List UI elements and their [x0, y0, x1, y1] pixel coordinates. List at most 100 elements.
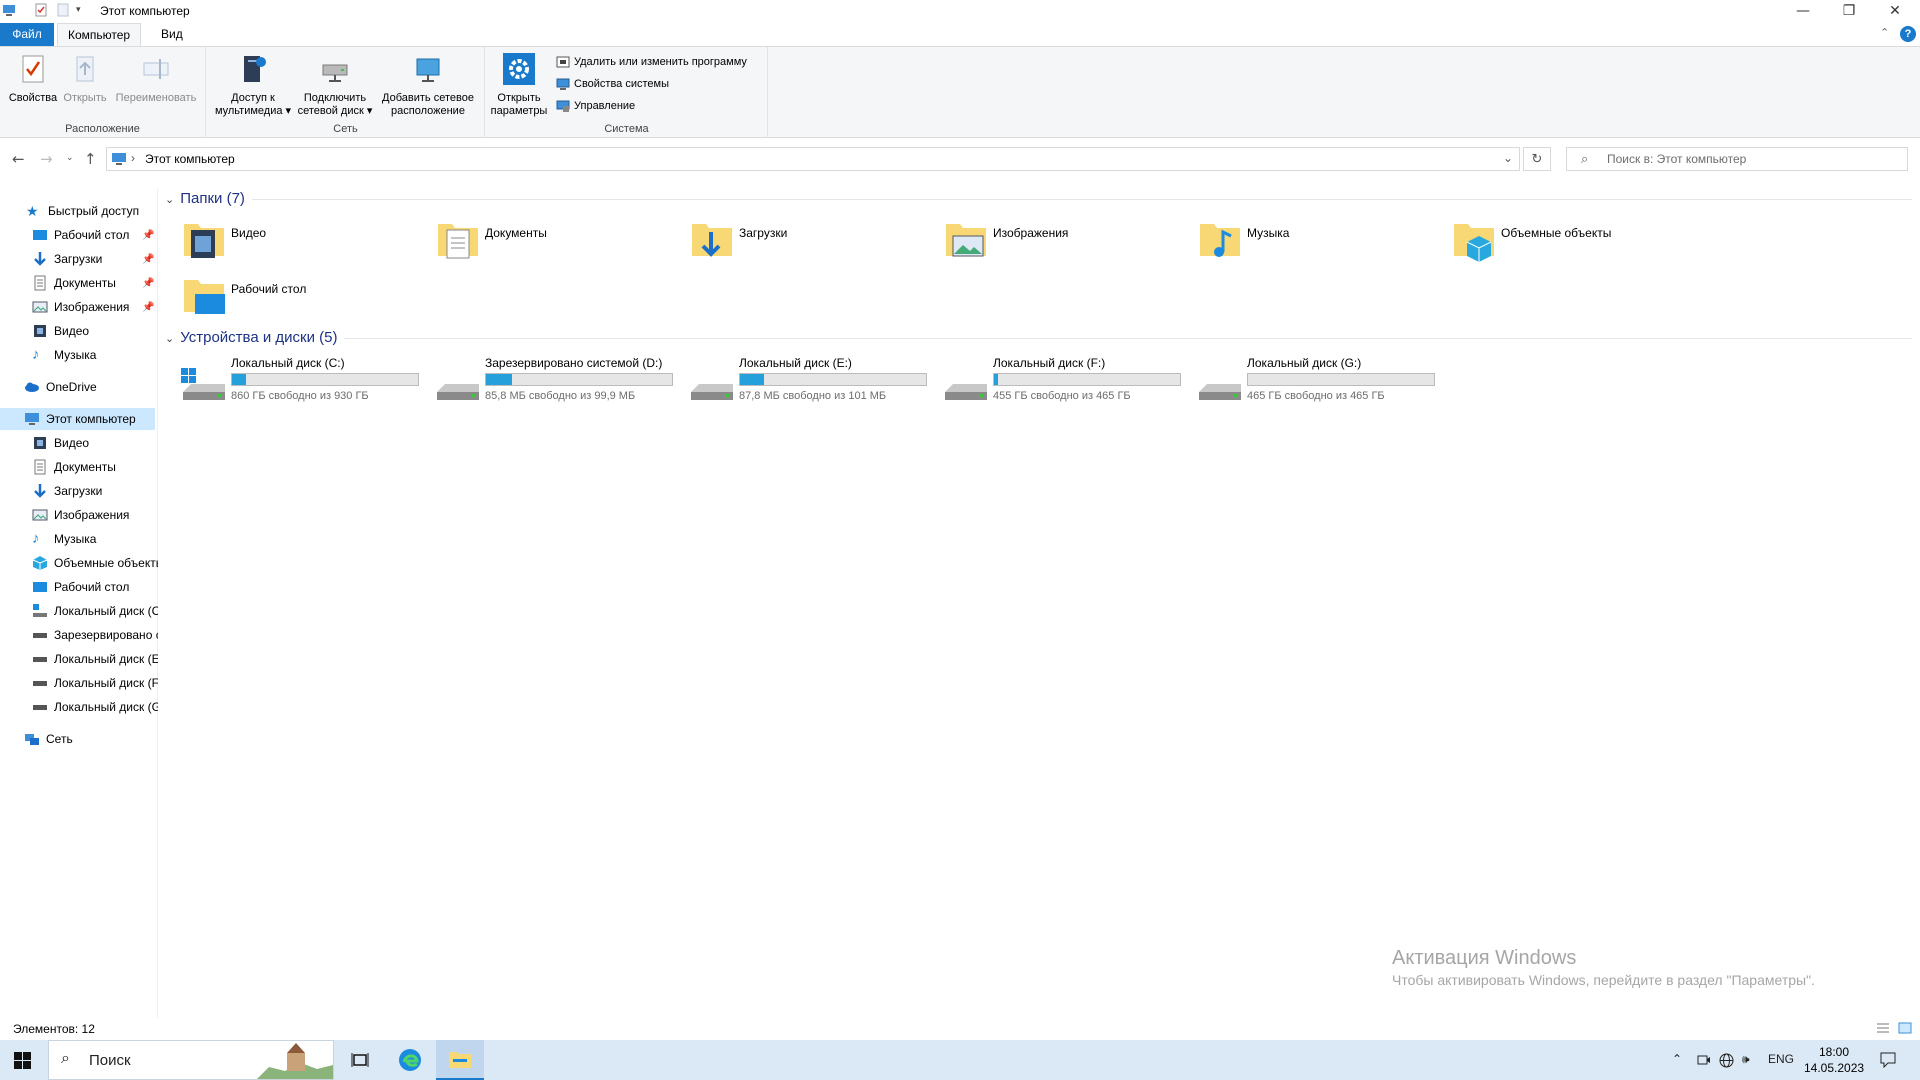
- sidebar-network[interactable]: Сеть: [0, 728, 158, 750]
- breadcrumb-this-pc[interactable]: Этот компьютер: [145, 152, 235, 166]
- close-button[interactable]: ✕: [1872, 0, 1918, 22]
- drive-g[interactable]: Локальный диск (G:) 465 ГБ свободно из 4…: [1197, 356, 1447, 406]
- sidebar-item-pc-documents[interactable]: Документы: [0, 456, 158, 478]
- pin-icon[interactable]: 📌: [142, 254, 154, 265]
- folder-music[interactable]: Музыка: [1197, 216, 1437, 270]
- volume-icon[interactable]: 🕪: [1742, 1052, 1750, 1067]
- new-folder-quick-icon[interactable]: [56, 3, 70, 17]
- map-network-drive-button[interactable]: Подключить сетевой диск ▾: [295, 53, 375, 118]
- up-icon[interactable]: ↑: [84, 150, 97, 168]
- forward-icon[interactable]: →: [40, 150, 53, 168]
- customize-quick-access-icon[interactable]: ▾: [76, 4, 81, 15]
- drives-group-label: Устройства и диски (5): [180, 329, 338, 346]
- minimize-button[interactable]: —: [1780, 0, 1826, 22]
- file-explorer-button[interactable]: [436, 1040, 484, 1080]
- tab-file[interactable]: Файл: [0, 23, 54, 46]
- search-icon: ⌕: [1581, 151, 1589, 166]
- collapse-chevron-icon[interactable]: ⌄: [165, 333, 174, 345]
- add-network-location-button[interactable]: Добавить сетевое расположение: [375, 53, 481, 118]
- restore-button[interactable]: ❐: [1826, 0, 1872, 22]
- pin-icon[interactable]: 📌: [142, 278, 154, 289]
- drive-f[interactable]: Локальный диск (F:) 455 ГБ свободно из 4…: [943, 356, 1193, 406]
- task-view-button[interactable]: [336, 1040, 384, 1080]
- address-dropdown-icon[interactable]: ⌄: [1503, 151, 1513, 165]
- large-icons-view-icon[interactable]: [1898, 1022, 1912, 1034]
- open-button[interactable]: Открыть: [60, 53, 110, 105]
- folder-videos[interactable]: Видео: [181, 216, 421, 270]
- sidebar-item-label: Документы: [54, 276, 116, 290]
- drives-group-header[interactable]: ⌄ Устройства и диски (5): [165, 329, 337, 346]
- uninstall-program-button[interactable]: Удалить или изменить программу: [556, 53, 747, 71]
- sidebar-item-music[interactable]: ♪ Музыка: [0, 344, 158, 366]
- breadcrumb-chevron-icon[interactable]: ›: [131, 151, 135, 165]
- folder-desktop[interactable]: Рабочий стол: [181, 272, 421, 326]
- sidebar-item-pc-videos[interactable]: Видео: [0, 432, 158, 454]
- folder-pictures[interactable]: Изображения: [943, 216, 1183, 270]
- folder-downloads[interactable]: Загрузки: [689, 216, 929, 270]
- drive-icon: [691, 384, 733, 400]
- map-drive-label-2: сетевой диск ▾: [297, 105, 373, 117]
- sidebar-item-videos[interactable]: Видео: [0, 320, 158, 342]
- input-language[interactable]: ENG: [1768, 1052, 1794, 1066]
- sidebar-item-drive-g[interactable]: Локальный диск (G:): [0, 696, 158, 718]
- edge-browser-button[interactable]: [386, 1040, 434, 1080]
- refresh-button[interactable]: ↻: [1523, 147, 1551, 171]
- clock[interactable]: 18:00 14.05.2023: [1804, 1044, 1864, 1076]
- properties-quick-icon[interactable]: [34, 3, 48, 17]
- drive-d[interactable]: Зарезервировано системой (D:) 85,8 МБ св…: [435, 356, 685, 406]
- sidebar-item-desktop[interactable]: Рабочий стол 📌: [0, 224, 158, 246]
- drive-c[interactable]: Локальный диск (C:) 860 ГБ свободно из 9…: [181, 356, 431, 406]
- tab-computer[interactable]: Компьютер: [57, 23, 142, 46]
- sidebar-item-pc-pictures[interactable]: Изображения: [0, 504, 158, 526]
- properties-button[interactable]: Свойства: [6, 53, 60, 105]
- pin-icon[interactable]: 📌: [142, 302, 154, 313]
- drive-free-space: 455 ГБ свободно из 465 ГБ: [993, 390, 1131, 402]
- manage-button[interactable]: Управление: [556, 97, 635, 115]
- network-globe-icon[interactable]: [1719, 1053, 1734, 1068]
- sidebar-this-pc[interactable]: Этот компьютер: [0, 408, 155, 430]
- rename-button[interactable]: Переименовать: [110, 53, 202, 105]
- sidebar-item-downloads[interactable]: Загрузки 📌: [0, 248, 158, 270]
- folder-documents[interactable]: Документы: [435, 216, 675, 270]
- open-settings-button[interactable]: Открыть параметры: [488, 53, 550, 118]
- show-hidden-icons-icon[interactable]: ⌃: [1672, 1052, 1682, 1066]
- action-center-icon[interactable]: [1880, 1052, 1896, 1068]
- folder-3d-objects[interactable]: Объемные объекты: [1451, 216, 1691, 270]
- sidebar-quick-access[interactable]: ★ Быстрый доступ: [0, 200, 158, 222]
- media-access-button[interactable]: Доступ к мультимедиа ▾: [211, 53, 295, 118]
- recent-locations-icon[interactable]: ⌄: [66, 153, 74, 163]
- details-view-icon[interactable]: [1876, 1022, 1890, 1034]
- sidebar-item-drive-e[interactable]: Локальный диск (E:): [0, 648, 158, 670]
- sidebar-item-drive-f[interactable]: Локальный диск (F:): [0, 672, 158, 694]
- collapse-chevron-icon[interactable]: ⌄: [165, 194, 174, 206]
- sidebar-item-drive-c[interactable]: Локальный диск (C:): [0, 600, 158, 622]
- search-box[interactable]: ⌕ Поиск в: Этот компьютер: [1566, 147, 1908, 171]
- pin-icon[interactable]: 📌: [142, 230, 154, 241]
- address-bar[interactable]: › Этот компьютер ⌄: [106, 147, 1520, 171]
- folders-group-header[interactable]: ⌄ Папки (7): [165, 190, 245, 207]
- tab-view[interactable]: Вид: [151, 23, 193, 46]
- collapse-ribbon-icon[interactable]: ⌃: [1880, 26, 1889, 39]
- sidebar-onedrive[interactable]: OneDrive: [0, 376, 158, 398]
- taskbar-search-box[interactable]: ⌕ Поиск: [48, 1040, 334, 1080]
- sidebar-item-drive-d[interactable]: Зарезервировано системой (D:): [0, 624, 158, 646]
- documents-icon: [34, 275, 46, 291]
- sidebar-item-pc-music[interactable]: ♪ Музыка: [0, 528, 158, 550]
- sidebar-item-pc-downloads[interactable]: Загрузки: [0, 480, 158, 502]
- sidebar-item-label: Объемные объекты: [54, 556, 158, 570]
- sidebar-item-pc-desktop[interactable]: Рабочий стол: [0, 576, 158, 598]
- help-icon[interactable]: ?: [1900, 26, 1916, 42]
- sidebar-item-pictures[interactable]: Изображения 📌: [0, 296, 158, 318]
- system-properties-button[interactable]: Свойства системы: [556, 75, 669, 93]
- meet-now-icon[interactable]: [1697, 1053, 1711, 1067]
- sidebar-item-documents[interactable]: Документы 📌: [0, 272, 158, 294]
- sidebar-item-3d-objects[interactable]: Объемные объекты: [0, 552, 158, 574]
- sidebar-item-label: Видео: [54, 436, 90, 450]
- drive-e[interactable]: Локальный диск (E:) 87,8 МБ свободно из …: [689, 356, 939, 406]
- folders-group-label: Папки (7): [180, 190, 245, 207]
- media-server-icon: [244, 56, 266, 82]
- windows-start-icon[interactable]: [14, 1052, 31, 1069]
- edge-icon: [399, 1049, 421, 1071]
- back-icon[interactable]: ←: [12, 150, 25, 168]
- properties-label: Свойства: [8, 92, 58, 104]
